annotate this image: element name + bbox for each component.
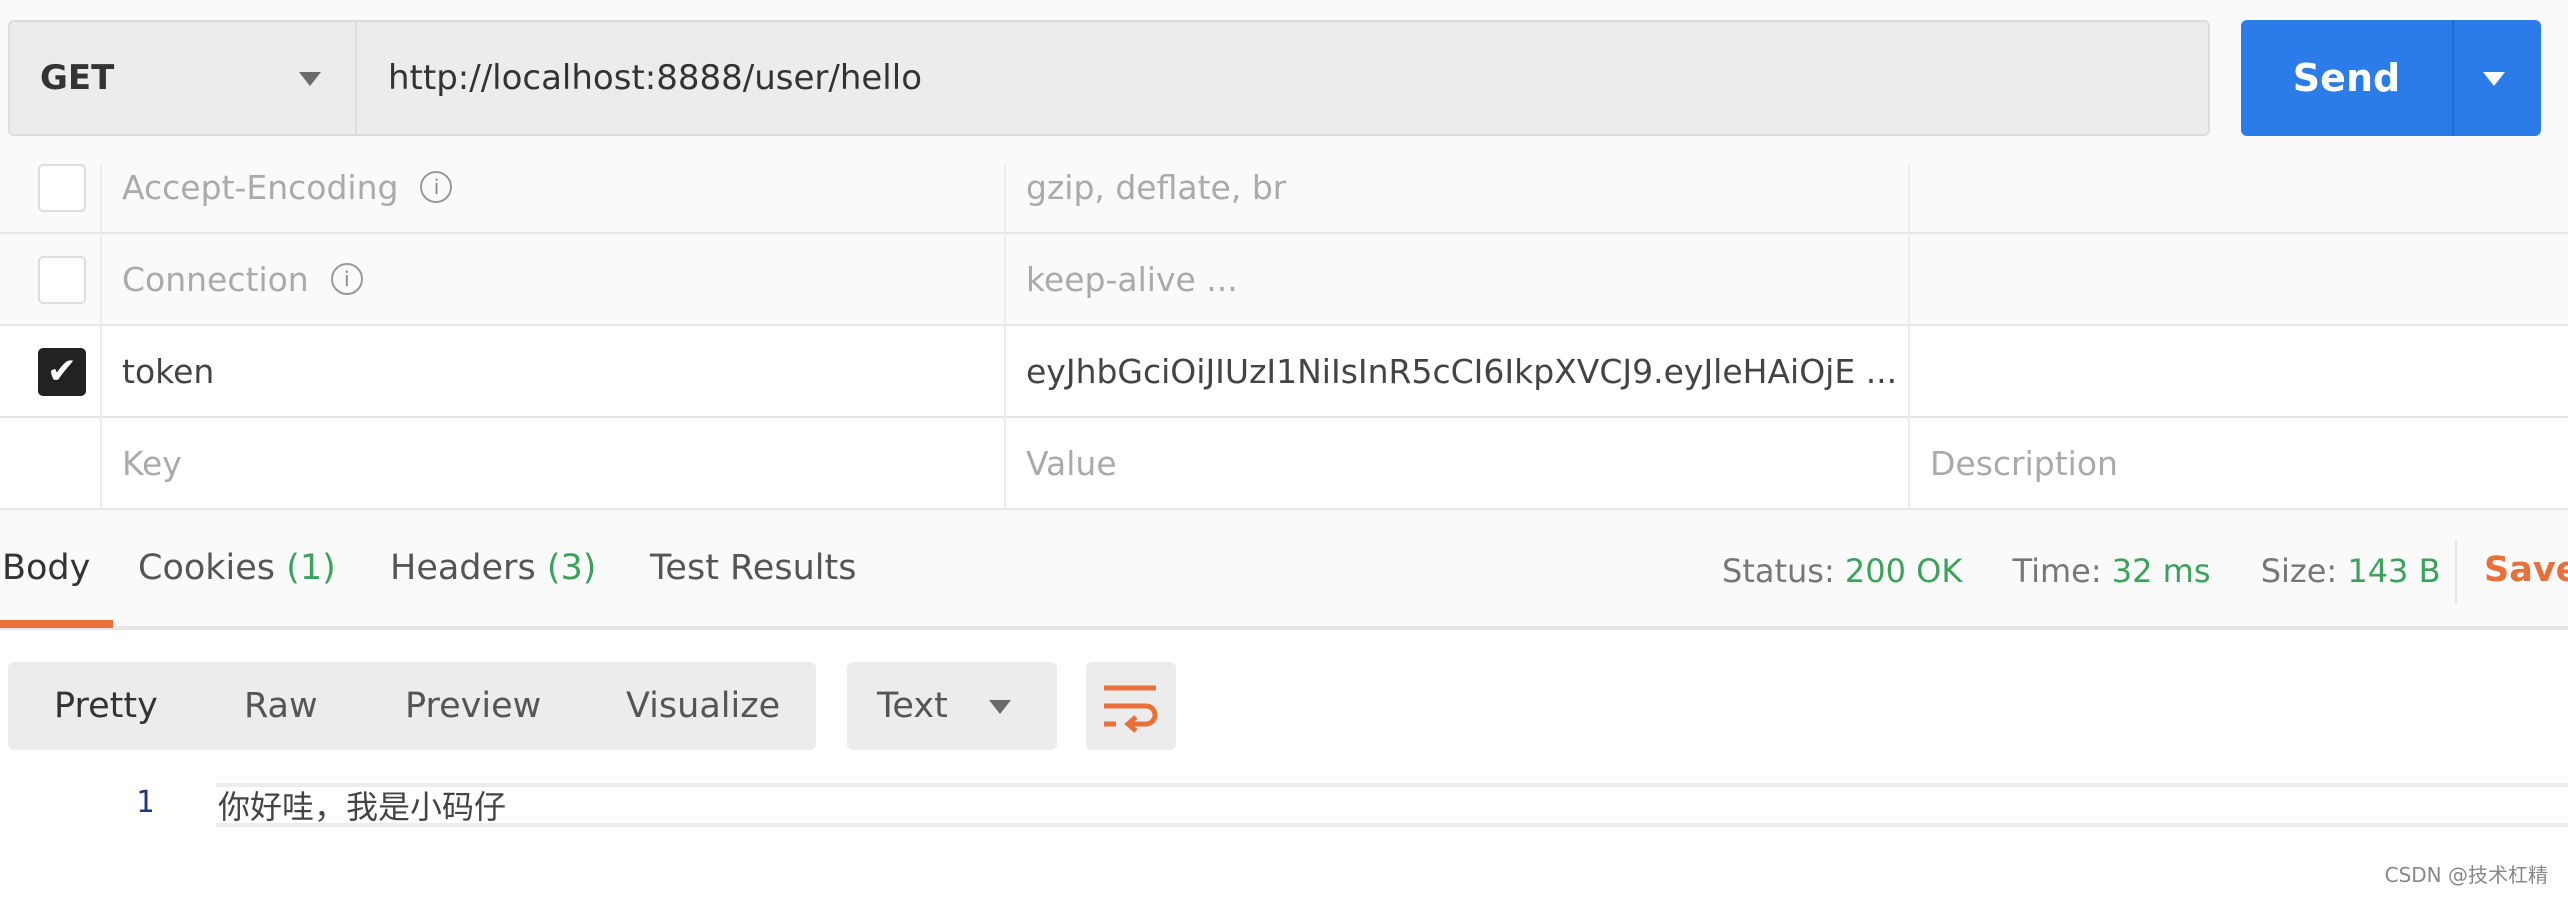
header-checkbox-checked[interactable]: ✔: [38, 348, 86, 396]
wrap-lines-button[interactable]: [1086, 662, 1176, 750]
tab-cookies[interactable]: Cookies (1): [138, 548, 336, 588]
time-value: 32 ms: [2111, 552, 2211, 590]
tab-headers[interactable]: Headers (3): [390, 548, 596, 588]
send-options-chevron-icon[interactable]: [2483, 72, 2505, 86]
view-pretty[interactable]: Pretty: [54, 662, 158, 750]
tab-test-results[interactable]: Test Results: [650, 548, 856, 588]
header-value[interactable]: keep-alive ...: [1026, 234, 1238, 324]
tab-body[interactable]: Body: [2, 548, 90, 588]
chevron-down-icon: [299, 72, 321, 86]
method-label: GET: [40, 58, 115, 98]
watermark: CSDN @技术杠精: [2384, 863, 2548, 887]
code-line-highlight: [216, 783, 2568, 827]
active-tab-indicator: [0, 620, 113, 628]
header-checkbox[interactable]: [38, 164, 86, 212]
view-preview[interactable]: Preview: [405, 662, 541, 750]
view-mode-group: Pretty Raw Preview Visualize: [8, 662, 816, 750]
header-key[interactable]: token: [122, 326, 214, 416]
send-label: Send: [2292, 56, 2401, 100]
method-select[interactable]: GET: [10, 22, 357, 134]
save-response-button[interactable]: Save: [2484, 550, 2568, 590]
header-key[interactable]: Connection i: [122, 234, 363, 324]
value-input[interactable]: Value: [1026, 418, 1117, 508]
header-checkbox[interactable]: [38, 256, 86, 304]
request-url-bar: GET http://localhost:8888/user/hello: [8, 20, 2210, 136]
status-value: 200 OK: [1844, 552, 1963, 590]
format-label: Text: [877, 686, 948, 726]
key-input[interactable]: Key: [122, 418, 182, 508]
header-row: Accept-Encoding i gzip, deflate, br: [0, 142, 2568, 234]
wrap-icon: [1104, 685, 1158, 733]
line-number: 1: [136, 785, 155, 820]
header-key[interactable]: Accept-Encoding i: [122, 142, 453, 232]
size-value: 143 B: [2347, 552, 2441, 590]
info-icon[interactable]: i: [420, 171, 453, 203]
send-button[interactable]: Send: [2241, 20, 2541, 136]
header-value[interactable]: eyJhbGciOiJIUzI1NiIsInR5cCI6IkpXVCJ9.eyJ…: [1026, 326, 1897, 416]
response-meta: Status: 200 OK Time: 32 ms Size: 143 B: [1722, 552, 2441, 590]
info-icon[interactable]: i: [330, 263, 363, 295]
response-body-text: 你好哇，我是小码仔: [218, 788, 507, 826]
url-input[interactable]: http://localhost:8888/user/hello: [388, 22, 922, 134]
description-input[interactable]: Description: [1930, 418, 2118, 508]
chevron-down-icon: [989, 700, 1011, 714]
view-visualize[interactable]: Visualize: [626, 662, 780, 750]
new-header-row: Key Value Description: [0, 418, 2568, 510]
header-row: ✔ token eyJhbGciOiJIUzI1NiIsInR5cCI6IkpX…: [0, 326, 2568, 418]
header-row: Connection i keep-alive ...: [0, 234, 2568, 326]
divider: [2452, 20, 2454, 136]
header-value[interactable]: gzip, deflate, br: [1026, 142, 1286, 232]
view-raw[interactable]: Raw: [244, 662, 318, 750]
format-select[interactable]: Text: [847, 662, 1057, 750]
